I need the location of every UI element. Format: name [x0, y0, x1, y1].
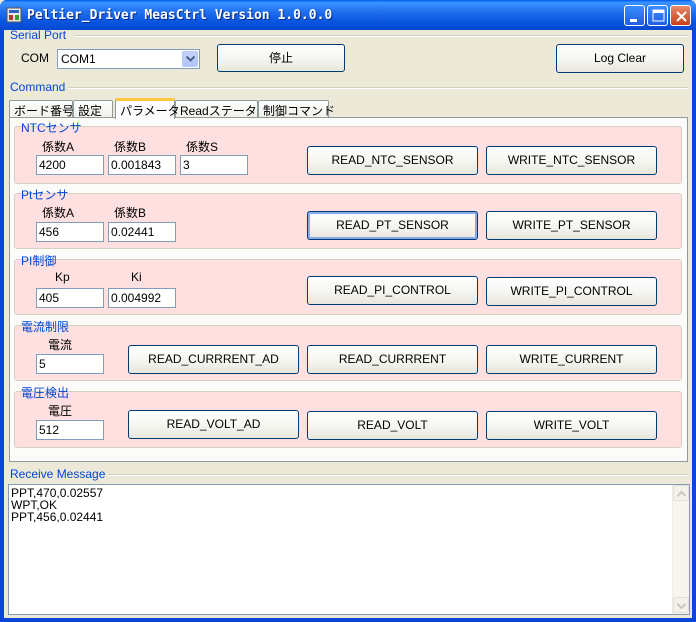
app-icon — [6, 7, 22, 23]
read-volt-button[interactable]: READ_VOLT — [307, 411, 478, 440]
read-volt-ad-button[interactable]: READ_VOLT_AD — [128, 410, 299, 439]
log-clear-button[interactable]: Log Clear — [556, 44, 684, 73]
voltage-detect-title: 電圧検出 — [21, 386, 70, 400]
maximize-icon — [652, 9, 665, 22]
com-dropdown-button[interactable] — [182, 51, 198, 67]
pt-sensor-title: Ptセンサ — [21, 188, 69, 202]
tab-control-command[interactable]: 制御コマンド — [258, 100, 335, 118]
close-icon — [676, 11, 687, 22]
ntc-coef-b-input[interactable]: 0.001843 — [108, 155, 176, 175]
tab-settings[interactable]: 設定 — [73, 100, 113, 118]
pi-control-group: PI制御 Kp Ki 405 0.004992 READ_PI_CONTROL … — [14, 254, 682, 315]
command-group-title: Command — [10, 80, 66, 94]
receive-message-lines: PPT,470,0.02557 WPT,OK PPT,456,0.02441 — [11, 487, 103, 523]
parameters-tab-page: NTCセンサ 係数A 係数B 係数S 4200 0.001843 3 READ_… — [9, 117, 688, 462]
tab-parameters[interactable]: パラメータ — [115, 98, 180, 119]
receive-line: PPT,456,0.02441 — [11, 510, 104, 524]
voltage-input[interactable]: 512 — [36, 420, 104, 440]
pt-coef-b-input[interactable]: 0.02441 — [108, 222, 176, 242]
read-pt-sensor-button[interactable]: READ_PT_SENSOR — [307, 211, 478, 240]
minimize-icon — [630, 19, 637, 22]
ntc-sensor-group: NTCセンサ 係数A 係数B 係数S 4200 0.001843 3 READ_… — [14, 121, 682, 184]
read-pi-control-button[interactable]: READ_PI_CONTROL — [307, 276, 478, 305]
write-pi-control-button[interactable]: WRITE_PI_CONTROL — [486, 277, 657, 306]
ntc-coef-s-label: 係数S — [186, 140, 219, 154]
com-label: COM — [21, 51, 49, 65]
pt-coef-b-label: 係数B — [114, 206, 147, 220]
voltage-label: 電圧 — [48, 404, 73, 418]
serial-port-group-title: Serial Port — [10, 28, 67, 42]
tab-board-number[interactable]: ボード番号 — [9, 100, 74, 118]
write-ntc-sensor-button[interactable]: WRITE_NTC_SENSOR — [486, 146, 657, 175]
receive-message-box[interactable]: PPT,470,0.02557 WPT,OK PPT,456,0.02441 — [8, 484, 690, 615]
pi-kp-label: Kp — [55, 270, 70, 284]
pi-kp-input[interactable]: 405 — [36, 288, 104, 308]
pt-sensor-group: Ptセンサ 係数A 係数B 456 0.02441 READ_PT_SENSOR… — [14, 188, 682, 249]
write-volt-button[interactable]: WRITE_VOLT — [486, 411, 657, 440]
receive-divider — [108, 474, 688, 476]
ntc-coef-b-label: 係数B — [114, 140, 147, 154]
read-current-ad-button[interactable]: READ_CURRRENT_AD — [128, 345, 299, 374]
minimize-button[interactable] — [624, 5, 645, 26]
write-current-button[interactable]: WRITE_CURRENT — [486, 345, 657, 374]
current-limit-group: 電流制限 電流 5 READ_CURRRENT_AD READ_CURRRENT… — [14, 320, 682, 381]
stop-button[interactable]: 停止 — [217, 44, 345, 72]
scroll-up-button[interactable] — [673, 485, 689, 501]
voltage-detect-group: 電圧検出 電圧 512 READ_VOLT_AD READ_VOLT WRITE… — [14, 386, 682, 448]
pt-coef-a-input[interactable]: 456 — [36, 222, 104, 242]
maximize-button[interactable] — [647, 5, 668, 26]
ntc-sensor-title: NTCセンサ — [21, 121, 82, 135]
app-window: Peltier_Driver MeasCtrl Version 1.0.0.0 … — [0, 0, 696, 622]
ntc-coef-a-label: 係数A — [42, 140, 75, 154]
pi-control-title: PI制御 — [21, 254, 57, 268]
chevron-down-icon — [186, 56, 195, 62]
ntc-coef-s-input[interactable]: 3 — [180, 155, 248, 175]
com-port-value: COM1 — [61, 52, 96, 66]
scroll-down-icon — [677, 603, 686, 609]
read-ntc-sensor-button[interactable]: READ_NTC_SENSOR — [307, 146, 478, 175]
tab-read-status[interactable]: Readステータス — [175, 100, 269, 118]
com-port-select[interactable]: COM1 — [57, 49, 200, 69]
pi-ki-input[interactable]: 0.004992 — [108, 288, 176, 308]
serial-port-divider — [74, 35, 688, 37]
pt-coef-a-label: 係数A — [42, 206, 75, 220]
scroll-down-button[interactable] — [673, 597, 689, 613]
command-divider — [68, 87, 688, 89]
receive-message-group-title: Receive Message — [10, 467, 106, 481]
window-title: Peltier_Driver MeasCtrl Version 1.0.0.0 — [27, 8, 333, 23]
pi-ki-label: Ki — [131, 270, 142, 284]
read-current-button[interactable]: READ_CURRRENT — [307, 345, 478, 374]
ntc-coef-a-input[interactable]: 4200 — [36, 155, 104, 175]
current-input[interactable]: 5 — [36, 354, 104, 374]
vertical-scrollbar[interactable] — [672, 485, 689, 614]
scroll-up-icon — [677, 491, 686, 497]
title-bar[interactable]: Peltier_Driver MeasCtrl Version 1.0.0.0 — [0, 0, 696, 30]
current-limit-title: 電流制限 — [21, 320, 70, 334]
current-label: 電流 — [48, 338, 73, 352]
write-pt-sensor-button[interactable]: WRITE_PT_SENSOR — [486, 211, 657, 240]
close-button[interactable] — [670, 5, 691, 26]
client-area: Serial Port COM COM1 停止 Log Clear Comman… — [4, 28, 692, 618]
